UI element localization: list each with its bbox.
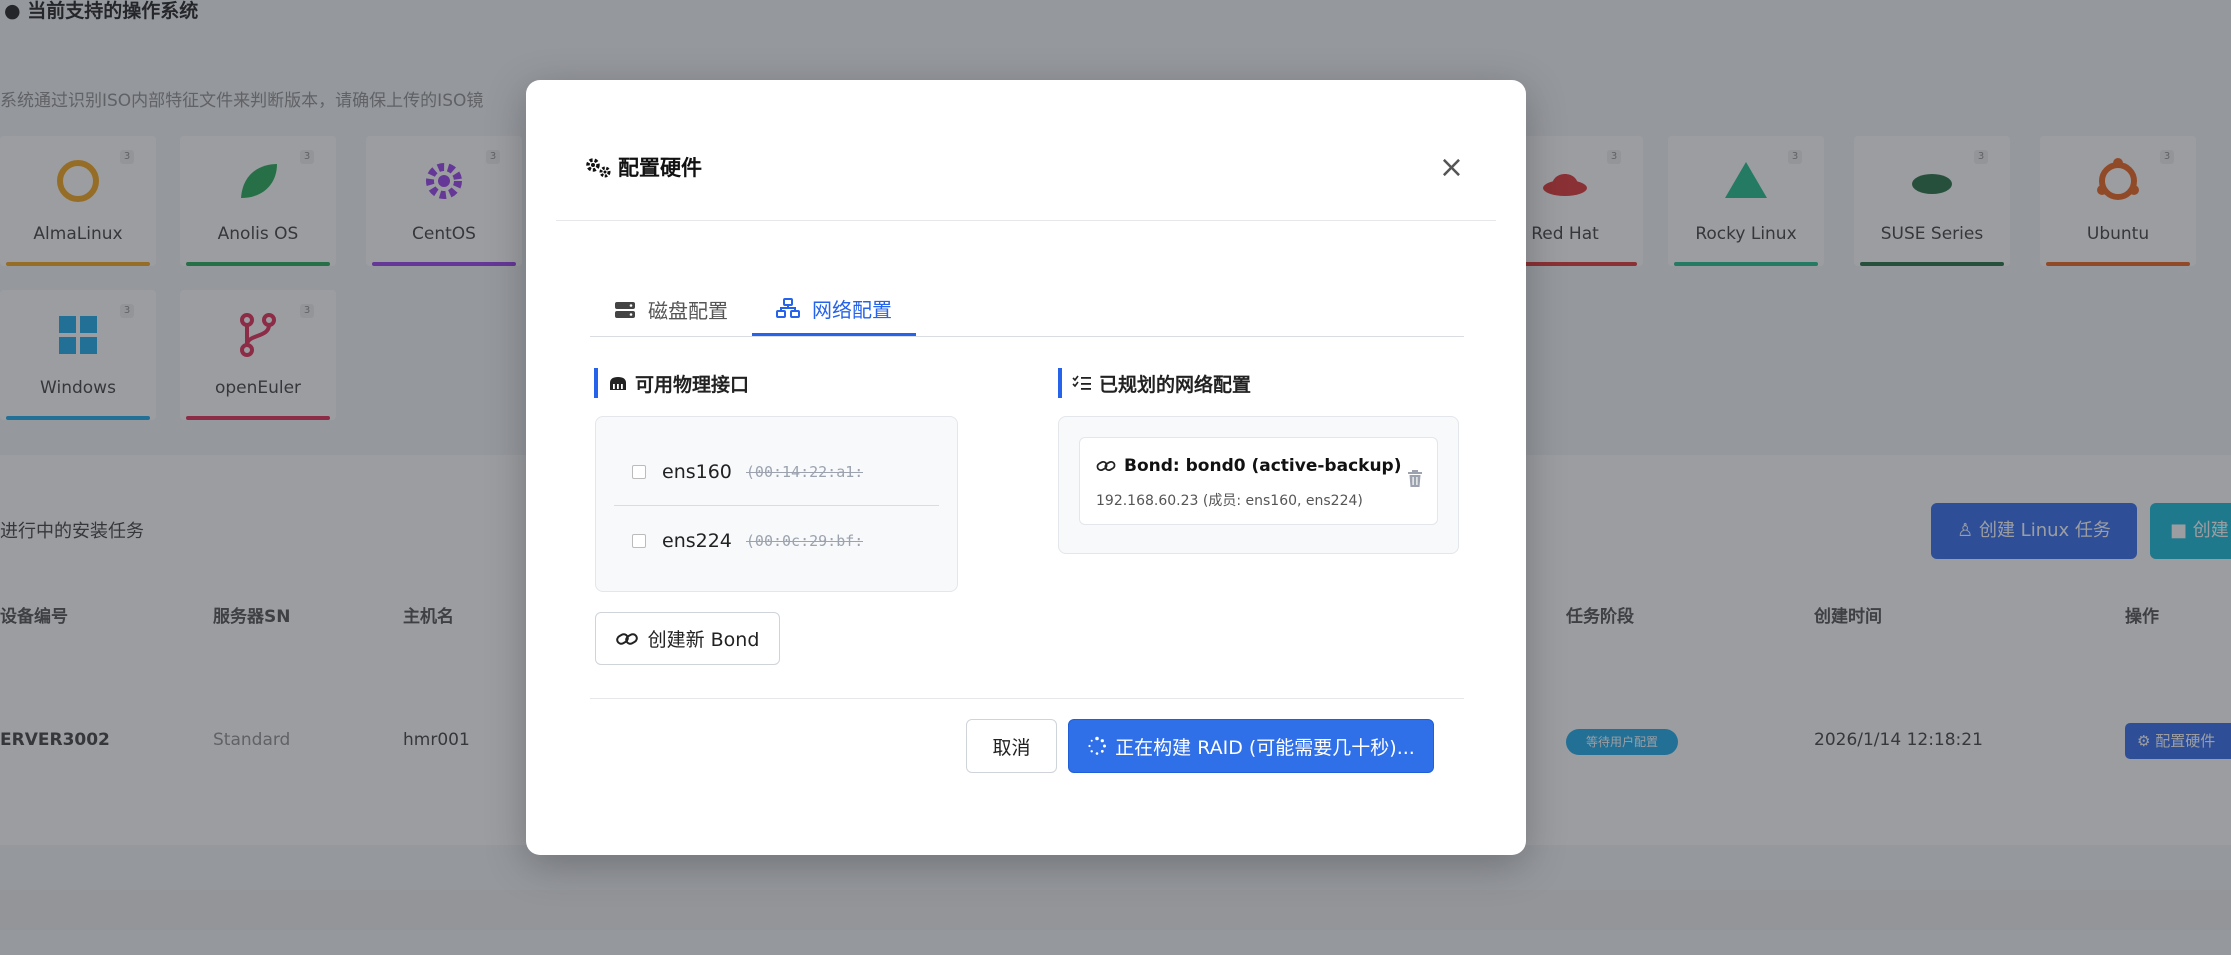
bond-card: Bond: bond0 (active-backup) 192.168.60.2… <box>1079 437 1438 525</box>
trash-icon[interactable] <box>1407 470 1423 488</box>
network-icon <box>776 298 800 318</box>
interface-checkbox[interactable] <box>632 533 646 548</box>
tab-network-config[interactable]: 网络配置 <box>752 283 916 336</box>
ethernet-icon <box>610 377 626 390</box>
link-icon <box>1096 460 1116 472</box>
interface-checkbox[interactable] <box>632 464 646 479</box>
close-button[interactable]: × <box>1439 153 1464 183</box>
cancel-button[interactable]: 取消 <box>966 719 1057 773</box>
interface-name: ens224 <box>662 529 732 552</box>
modal-footer-divider <box>590 698 1464 699</box>
bond-detail: 192.168.60.23 (成员: ens160, ens224) <box>1096 493 1363 509</box>
modal-title: 配置硬件 <box>584 152 702 182</box>
planned-config-list: Bond: bond0 (active-backup) 192.168.60.2… <box>1058 416 1459 554</box>
spinner-icon <box>1088 736 1107 755</box>
tab-disk-config[interactable]: 磁盘配置 <box>590 283 752 336</box>
interface-row-ens160[interactable]: ens160 (00:14:22:a1: <box>614 437 939 506</box>
interface-row-ens224[interactable]: ens224 (00:0c:29:bf: <box>614 505 939 575</box>
build-raid-button[interactable]: 正在构建 RAID (可能需要几十秒)... <box>1068 719 1434 773</box>
list-check-icon <box>1072 375 1091 390</box>
planned-config-heading: 已规划的网络配置 <box>1058 368 1251 398</box>
modal-header <box>556 80 1496 221</box>
configure-hardware-modal: 配置硬件 × 磁盘配置 网络配置 可用物理接口 ens160 (00:14:22… <box>526 80 1526 855</box>
available-interfaces-heading: 可用物理接口 <box>594 368 749 398</box>
config-tabs: 磁盘配置 网络配置 <box>590 283 1464 337</box>
interface-mac: (00:14:22:a1: <box>745 462 864 481</box>
hdd-icon <box>615 301 635 318</box>
interface-list: ens160 (00:14:22:a1: ens224 (00:0c:29:bf… <box>595 416 958 592</box>
interface-mac: (00:0c:29:bf: <box>745 531 864 550</box>
link-icon <box>615 632 638 645</box>
bond-title: Bond: bond0 (active-backup) <box>1096 456 1402 476</box>
create-bond-button[interactable]: 创建新 Bond <box>595 612 780 665</box>
interface-name: ens160 <box>662 460 732 483</box>
gears-icon <box>586 158 611 178</box>
